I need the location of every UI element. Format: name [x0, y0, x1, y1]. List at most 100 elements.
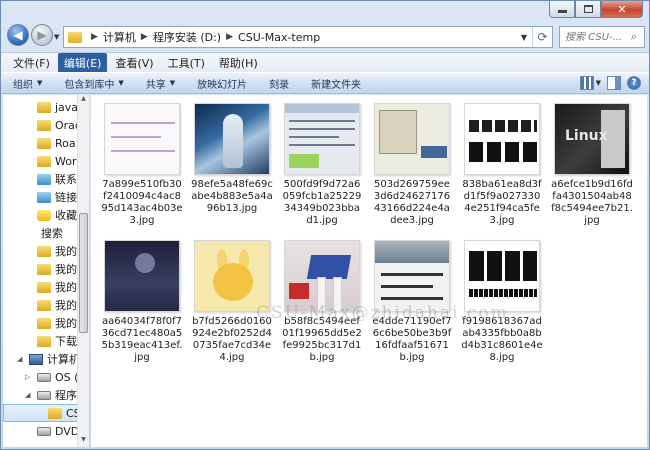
nav-item[interactable]: 联系 [3, 170, 88, 188]
nav-item[interactable]: java [3, 98, 88, 116]
nav-item[interactable]: Wor [3, 152, 88, 170]
slideshow-button[interactable]: 放映幻灯片 [197, 76, 247, 91]
nav-item[interactable]: 我的 [3, 260, 88, 278]
breadcrumb-separator-icon[interactable]: ▶ [91, 32, 98, 42]
menu-file[interactable]: 文件(F) [7, 53, 56, 73]
explorer-window: ✕ ◀ ▶ ▼ ▶ 计算机 ▶ 程序安装 (D:) ▶ CSU-Max-temp… [0, 0, 650, 450]
nav-item[interactable]: ▷ OS ( [3, 368, 88, 386]
include-in-library-button[interactable]: 包含到库中 ▼ [64, 76, 123, 91]
file-item[interactable]: b7fd5266d0160924e2bf0252d40735fae7cd34e4… [191, 240, 273, 364]
nav-item[interactable]: 收藏 [3, 206, 88, 224]
close-button[interactable]: ✕ [601, 1, 643, 18]
view-options-chevron-icon[interactable]: ▼ [596, 79, 601, 87]
file-item[interactable]: Linux a6efce1b9d16fdfa4301504ab48f8c5494e… [551, 103, 633, 227]
breadcrumb-computer[interactable]: 计算机 [103, 29, 136, 45]
image-thumbnail[interactable] [374, 240, 450, 312]
navigation-scrollbar[interactable]: ▲ ▼ [77, 95, 89, 447]
menu-edit[interactable]: 编辑(E) [57, 52, 108, 73]
address-dropdown-icon[interactable]: ▼ [516, 33, 532, 42]
preview-pane-icon[interactable] [607, 76, 621, 90]
change-view-icon[interactable] [579, 76, 594, 90]
help-icon[interactable]: ? [627, 76, 641, 90]
nav-item[interactable]: ◢ 计算机 [3, 350, 88, 368]
nav-item[interactable]: Orac [3, 116, 88, 134]
nav-item-label: 搜索 [41, 227, 63, 240]
favorites-star-icon [37, 209, 51, 221]
thumbnail-art [285, 241, 359, 311]
search-box[interactable]: ⌕ [559, 26, 645, 48]
menu-view[interactable]: 查看(V) [109, 53, 159, 73]
nav-item-label: Roa [55, 136, 76, 150]
file-item[interactable]: aa64034f78f0f736cd71ec480a55b319eac413ef… [101, 240, 183, 364]
file-item[interactable]: 503d269759ee3d6d2462717643166d224e4adee3… [371, 103, 453, 227]
file-name: f9198618367adab4335fbb0a8bd4b31c8601e4e8… [461, 316, 543, 363]
address-bar[interactable]: ▶ 计算机 ▶ 程序安装 (D:) ▶ CSU-Max-temp ▼ ⟳ [63, 26, 553, 48]
recent-pages-chevron-icon[interactable]: ▼ [54, 33, 59, 41]
expand-icon[interactable]: ◢ [17, 355, 22, 363]
file-item[interactable]: f9198618367adab4335fbb0a8bd4b31c8601e4e8… [461, 240, 543, 364]
file-view: f9198618367adab4335fbb0a8bd4b31c8601e4e8… [91, 95, 647, 447]
nav-item[interactable]: 链接 [3, 188, 88, 206]
breadcrumb-separator-icon[interactable]: ▶ [226, 32, 233, 42]
nav-item[interactable]: 我的 [3, 314, 88, 332]
expand-icon[interactable]: ◢ [25, 391, 30, 399]
scroll-up-icon[interactable]: ▲ [78, 95, 89, 106]
breadcrumb-folder[interactable]: CSU-Max-temp [238, 31, 320, 44]
file-item[interactable]: e4dde71190ef76c6be50be3b9f16fdfaaf51671b… [371, 240, 453, 364]
image-thumbnail[interactable]: Linux [554, 103, 630, 175]
nav-item[interactable]: CS [3, 404, 88, 422]
new-folder-label: 新建文件夹 [311, 79, 362, 91]
forward-button[interactable]: ▶ [31, 24, 53, 46]
nav-item[interactable]: 我的 [3, 242, 88, 260]
new-folder-button[interactable]: 新建文件夹 [311, 76, 361, 91]
thumbnail-art [105, 104, 179, 174]
burn-button[interactable]: 刻录 [269, 76, 289, 91]
minimize-button[interactable] [549, 1, 575, 18]
forward-arrow-icon: ▶ [37, 28, 47, 42]
file-item[interactable]: 500fd9f9d72a6059fcb1a2522934349b023bba d… [281, 103, 363, 227]
menu-tools[interactable]: 工具(T) [162, 53, 211, 73]
organize-button[interactable]: 组织 ▼ [13, 76, 42, 91]
scrollbar-thumb[interactable] [79, 213, 88, 333]
nav-item[interactable]: ◢ 程序 [3, 386, 88, 404]
nav-item[interactable]: Roa [3, 134, 88, 152]
back-button[interactable]: ◀ [7, 24, 29, 46]
image-thumbnail[interactable] [464, 103, 540, 175]
contacts-folder-icon [37, 173, 51, 185]
image-thumbnail[interactable] [374, 103, 450, 175]
image-thumbnail[interactable] [194, 103, 270, 175]
chevron-down-icon: ▼ [169, 79, 176, 87]
nav-item[interactable]: 我的 [3, 278, 88, 296]
breadcrumb-separator-icon[interactable]: ▶ [141, 32, 148, 42]
file-name: 838ba61ea8d3fd1f5f9a0273304e251f94ca5fe3… [462, 179, 542, 226]
breadcrumb-drive[interactable]: 程序安装 (D:) [153, 29, 221, 45]
image-thumbnail[interactable] [284, 240, 360, 312]
file-item[interactable]: 838ba61ea8d3fd1f5f9a0273304e251f94ca5fe3… [461, 103, 543, 227]
file-item[interactable]: 98efe5a48fe69cabe4b883e5a4a96b13.jpg [191, 103, 273, 215]
nav-item[interactable]: 我的 [3, 296, 88, 314]
nav-item[interactable]: DVD [3, 422, 88, 440]
image-thumbnail[interactable] [194, 240, 270, 312]
toolbar-right: ▼ ? [574, 76, 641, 90]
refresh-icon[interactable]: ⟳ [532, 27, 552, 47]
image-thumbnail[interactable] [284, 103, 360, 175]
share-label: 共享 [145, 79, 166, 91]
menu-help[interactable]: 帮助(H) [213, 53, 264, 73]
image-thumbnail[interactable] [464, 240, 540, 312]
thumbnail-art: Linux [555, 104, 629, 174]
search-icon[interactable]: ⌕ [626, 30, 642, 44]
nav-item[interactable]: 搜索 [3, 224, 88, 242]
share-button[interactable]: 共享 ▼ [146, 76, 175, 91]
image-thumbnail[interactable] [104, 240, 180, 312]
maximize-button[interactable] [575, 1, 601, 18]
search-input[interactable] [560, 31, 626, 43]
thumbnail-art [375, 104, 449, 174]
file-item[interactable]: 7a899e510fb30f2410094c4ac895d143ac4b03e3… [101, 103, 183, 227]
scroll-down-icon[interactable]: ▼ [78, 436, 89, 447]
image-thumbnail[interactable] [104, 103, 180, 175]
expand-icon[interactable]: ▷ [25, 373, 30, 381]
file-item[interactable]: b58f8c5494eef01f19965dd5e2fe9925bc317d1b… [281, 240, 363, 364]
thumbnail-art [105, 241, 179, 311]
file-name: aa64034f78f0f736cd71ec480a55b319eac413ef… [101, 316, 183, 363]
nav-item[interactable]: 下载 [3, 332, 88, 350]
